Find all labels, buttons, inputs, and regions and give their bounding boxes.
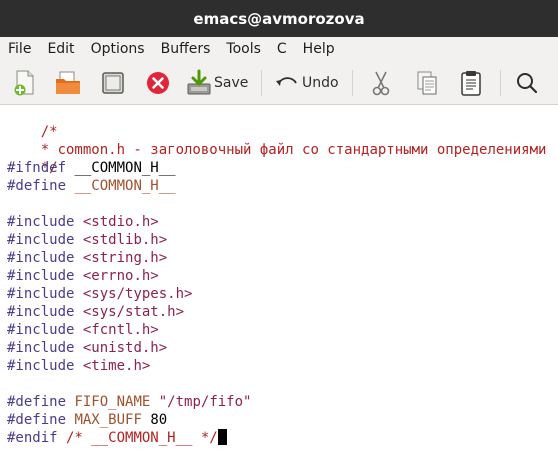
ifndef-name: __COMMON_H__ xyxy=(74,160,176,176)
editor-buffer[interactable]: /* * common.h - заголовочный файл со ста… xyxy=(0,105,558,457)
code-line: #include <unistd.h> xyxy=(7,339,167,357)
copy-button[interactable] xyxy=(414,68,440,98)
include-keyword: #include xyxy=(7,232,75,248)
menu-buffers[interactable]: Buffers xyxy=(153,37,219,62)
menubar: File Edit Options Buffers Tools C Help xyxy=(0,37,558,62)
endif-keyword: #endif xyxy=(7,430,58,446)
include-keyword: #include xyxy=(7,286,75,302)
open-file-button[interactable] xyxy=(54,68,82,98)
menu-help[interactable]: Help xyxy=(295,37,343,62)
menu-options[interactable]: Options xyxy=(83,37,153,62)
include-keyword: #include xyxy=(7,322,75,338)
new-file-button[interactable] xyxy=(12,68,38,98)
code-line: #endif /* __COMMON_H__ */ xyxy=(7,429,227,447)
close-buffer-button[interactable] xyxy=(144,68,172,98)
open-folder-icon xyxy=(54,69,82,97)
undo-button[interactable]: Undo xyxy=(274,68,339,98)
new-file-icon xyxy=(12,69,38,97)
code-line: */ xyxy=(7,141,58,176)
search-icon xyxy=(514,69,540,97)
code-line: * common.h - заголовочный файл со станда… xyxy=(7,123,547,158)
window-title: emacs@avmorozova xyxy=(193,9,365,28)
include-header: <stdio.h> xyxy=(82,214,159,230)
code-line: #define MAX_BUFF 80 xyxy=(7,411,167,429)
include-keyword: #include xyxy=(7,304,75,320)
define-keyword: #define xyxy=(7,178,67,194)
code-line: #define FIFO_NAME "/tmp/fifo" xyxy=(7,393,251,411)
include-keyword: #include xyxy=(7,250,75,266)
menu-edit[interactable]: Edit xyxy=(39,37,82,62)
code-line: /* xyxy=(7,105,58,140)
include-header: <errno.h> xyxy=(82,268,159,284)
save-label: Save xyxy=(214,75,249,91)
include-keyword: #include xyxy=(7,268,75,284)
include-header: <fcntl.h> xyxy=(82,322,159,338)
code-line: #include <string.h> xyxy=(7,249,167,267)
code-line: #include <stdlib.h> xyxy=(7,231,167,249)
ifndef-keyword: #ifndef xyxy=(7,160,67,176)
code-line: #include <sys/stat.h> xyxy=(7,303,184,321)
include-header: <sys/types.h> xyxy=(82,286,193,302)
include-header: <stdlib.h> xyxy=(82,232,168,248)
close-buffer-icon xyxy=(144,69,172,97)
max-buff-value: 80 xyxy=(150,412,168,428)
comment-body: * common.h - заголовочный файл со станда… xyxy=(40,142,547,158)
save-button[interactable]: Save xyxy=(186,68,248,98)
save-icon xyxy=(186,69,212,97)
include-header: <time.h> xyxy=(82,358,151,374)
code-line: #include <sys/types.h> xyxy=(7,285,192,303)
toolbar-separator xyxy=(352,70,353,96)
copy-icon xyxy=(414,69,440,97)
dired-button[interactable] xyxy=(100,68,126,98)
define-keyword: #define xyxy=(7,412,67,428)
menu-c[interactable]: C xyxy=(269,37,295,62)
endif-comment: /* __COMMON_H__ */ xyxy=(66,430,218,446)
toolbar: Save Undo xyxy=(0,62,558,105)
define-keyword: #define xyxy=(7,394,67,410)
menu-file[interactable]: File xyxy=(0,37,39,62)
paste-button[interactable] xyxy=(458,68,484,98)
include-keyword: #include xyxy=(7,340,75,356)
code-line: #include <stdio.h> xyxy=(7,213,159,231)
code-line: #include <fcntl.h> xyxy=(7,321,159,339)
code-line: #ifndef __COMMON_H__ xyxy=(7,159,176,177)
toolbar-separator xyxy=(500,70,501,96)
dired-icon xyxy=(100,69,126,97)
define-name: __COMMON_H__ xyxy=(74,178,176,194)
include-keyword: #include xyxy=(7,214,75,230)
scissors-icon xyxy=(368,69,394,97)
menu-tools[interactable]: Tools xyxy=(218,37,269,62)
include-keyword: #include xyxy=(7,358,75,374)
max-buff-macro: MAX_BUFF xyxy=(74,412,142,428)
fifo-name-macro: FIFO_NAME xyxy=(74,394,151,410)
clipboard-icon xyxy=(458,69,484,97)
search-button[interactable] xyxy=(514,68,540,98)
undo-arrow-icon xyxy=(274,69,300,97)
fifo-path-string: "/tmp/fifo" xyxy=(158,394,252,410)
code-line: #include <errno.h> xyxy=(7,267,159,285)
include-header: <string.h> xyxy=(82,250,168,266)
text-cursor xyxy=(217,429,227,445)
cut-button[interactable] xyxy=(368,68,394,98)
undo-label: Undo xyxy=(302,75,339,91)
include-header: <sys/stat.h> xyxy=(82,304,185,320)
code-line: #include <time.h> xyxy=(7,357,150,375)
include-header: <unistd.h> xyxy=(82,340,168,356)
window-titlebar: emacs@avmorozova xyxy=(0,0,558,37)
toolbar-separator xyxy=(261,70,262,96)
code-line: #define __COMMON_H__ xyxy=(7,177,176,195)
